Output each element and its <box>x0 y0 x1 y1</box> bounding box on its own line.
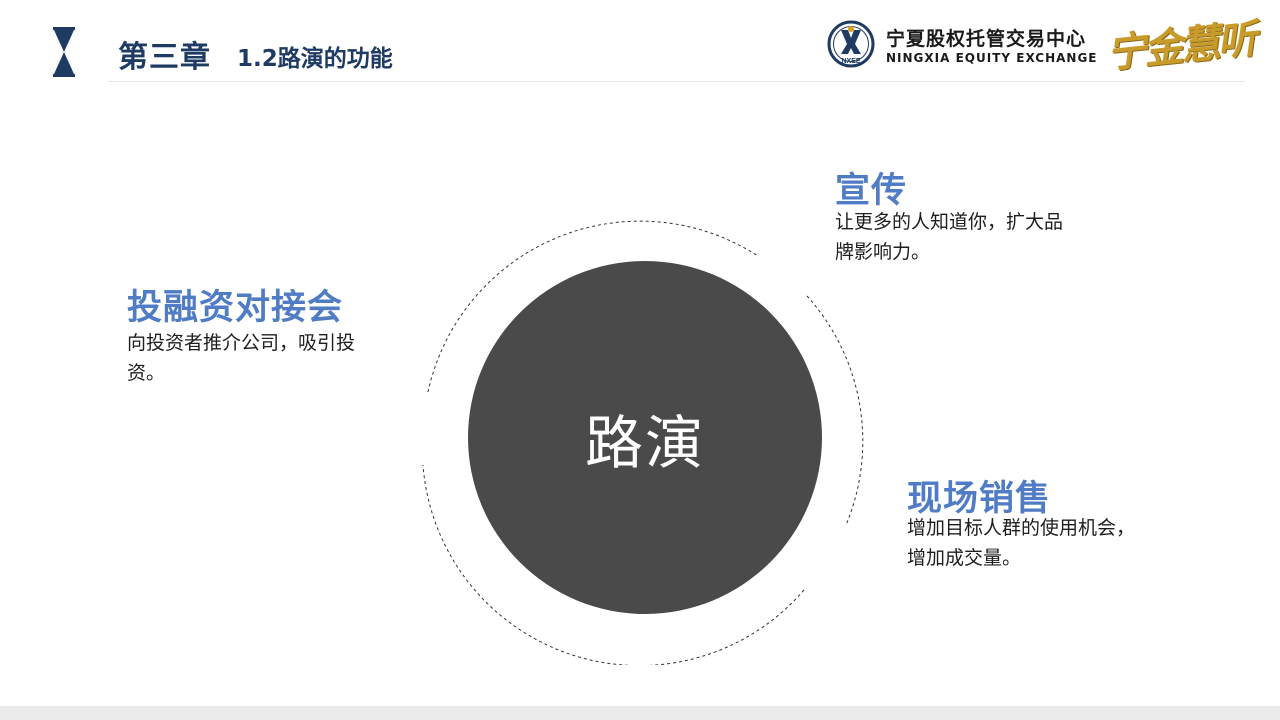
footer-bar <box>0 706 1280 720</box>
desc-line: 让更多的人知道你，扩大品 <box>835 211 1064 233</box>
brand-calligraphy-seal: 宁金慧听 <box>1104 15 1257 78</box>
header-divider <box>108 81 1245 82</box>
center-circle: 路演 <box>468 261 822 614</box>
desc-line: 增加目标人群的使用机会， <box>907 517 1136 539</box>
item-desc-onsite-sales: 增加目标人群的使用机会， 增加成交量。 <box>907 513 1135 573</box>
nxee-logo-emblem: NXEE <box>827 20 875 68</box>
logo-name-en: NINGXIA EQUITY EXCHANGE <box>886 51 1098 65</box>
center-label: 路演 <box>584 408 705 477</box>
desc-line: 资。 <box>127 362 166 384</box>
section-title: 1.2路演的功能 <box>237 46 393 72</box>
item-title-publicity: 宣传 <box>835 171 908 211</box>
item-desc-publicity: 让更多的人知道你，扩大品 牌影响力。 <box>835 207 1063 267</box>
desc-line: 牌影响力。 <box>835 241 931 263</box>
logo-name-cn: 宁夏股权托管交易中心 <box>886 28 1087 50</box>
hourglass-icon <box>53 27 75 77</box>
chapter-title: 第三章 <box>118 40 211 75</box>
logo-emblem-text: NXEE <box>841 58 860 65</box>
desc-line: 向投资者推介公司，吸引投 <box>127 332 356 354</box>
item-title-financing: 投融资对接会 <box>127 288 344 328</box>
item-desc-financing: 向投资者推介公司，吸引投 资。 <box>127 328 355 388</box>
desc-line: 增加成交量。 <box>907 547 1022 569</box>
